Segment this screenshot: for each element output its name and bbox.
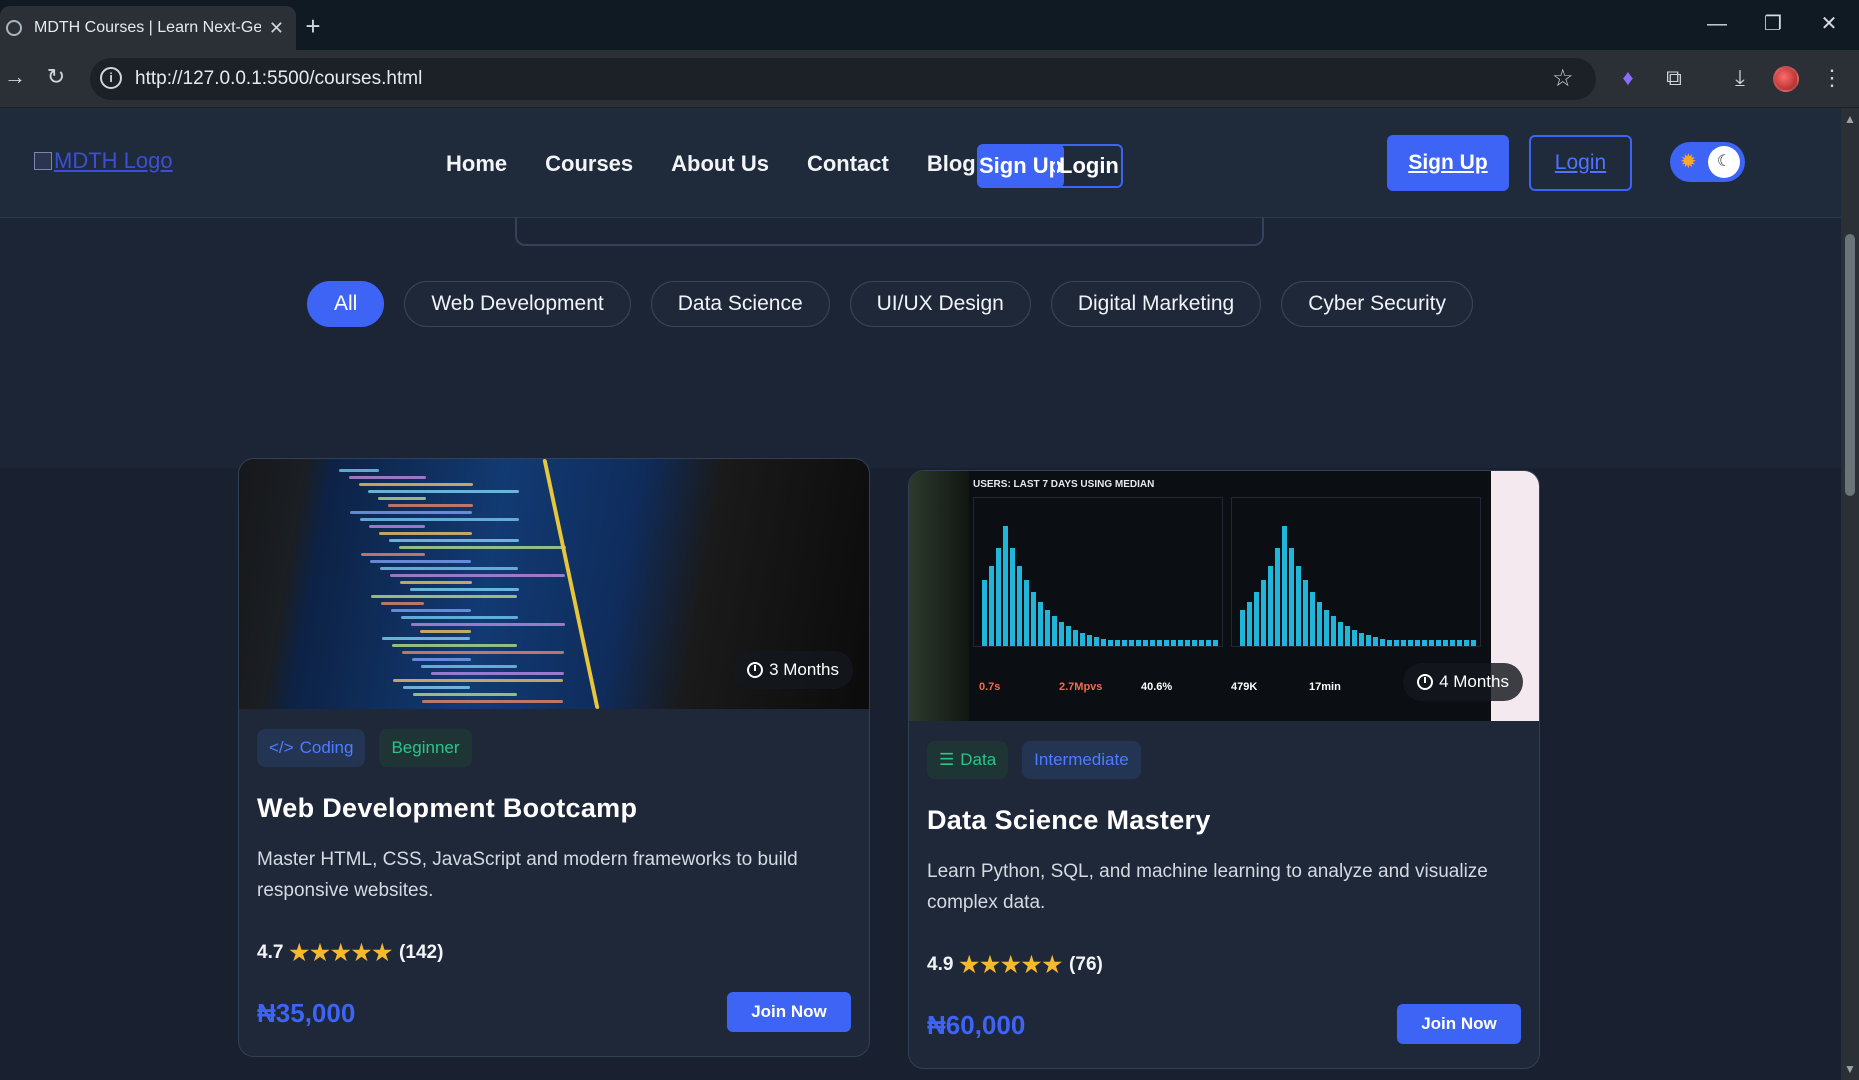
extension-flame-icon[interactable]: ♦: [1612, 62, 1644, 94]
nav-login-button[interactable]: Login: [1055, 144, 1123, 188]
review-count: (142): [399, 942, 444, 963]
new-tab-button[interactable]: +: [296, 12, 330, 42]
rating-value: 4.9: [927, 954, 954, 975]
main-nav: Home Courses About Us Contact Blog: [446, 151, 976, 177]
clock-icon: [1417, 674, 1434, 690]
page-viewport: MDTH Logo Home Courses About Us Contact …: [0, 108, 1841, 1080]
filter-digital-marketing[interactable]: Digital Marketing: [1050, 281, 1262, 327]
join-now-button[interactable]: Join Now: [1397, 1004, 1521, 1044]
category-text: Data: [960, 750, 997, 769]
level-tag: Intermediate: [1022, 741, 1141, 779]
broken-image-icon: [34, 152, 52, 170]
course-card: USERS: LAST 7 DAYS USING MEDIAN 0.7s 2.7…: [908, 470, 1540, 1069]
dashboard-metric: 479K: [1231, 681, 1258, 693]
signup-button[interactable]: Sign Up: [1387, 135, 1509, 191]
site-logo[interactable]: MDTH Logo: [34, 148, 173, 174]
category-tag: </> Coding: [257, 729, 366, 767]
dashboard-metric: 0.7s: [979, 681, 1001, 693]
nav-blog[interactable]: Blog: [927, 151, 976, 177]
menu-kebab-icon[interactable]: ⋮: [1816, 62, 1848, 94]
download-icon[interactable]: ⤓: [1724, 62, 1756, 94]
nav-contact[interactable]: Contact: [807, 151, 889, 177]
extensions-puzzle-icon[interactable]: ⧉: [1658, 62, 1690, 94]
rating-value: 4.7: [257, 942, 284, 963]
dashboard-image-title: USERS: LAST 7 DAYS USING MEDIAN: [973, 479, 1155, 490]
close-tab-icon[interactable]: ✕: [269, 18, 284, 39]
filter-ui-ux-design[interactable]: UI/UX Design: [849, 281, 1031, 327]
site-info-icon[interactable]: i: [100, 67, 122, 89]
profile-avatar[interactable]: [1773, 66, 1799, 92]
code-screen-image: 3 Months: [239, 459, 869, 709]
minimize-icon[interactable]: —: [1697, 10, 1737, 40]
filter-web-development[interactable]: Web Development: [404, 281, 631, 327]
filter-data-science[interactable]: Data Science: [650, 281, 830, 327]
code-icon: </>: [269, 738, 294, 757]
course-tags: ☰ Data Intermediate: [927, 741, 1539, 779]
browser-tab[interactable]: MDTH Courses | Learn Next-Gen ✕: [0, 6, 296, 50]
course-tags: </> Coding Beginner: [257, 729, 869, 767]
globe-icon: [6, 20, 22, 36]
dashboard-metric: 2.7Mpvs: [1059, 681, 1103, 693]
browser-tabstrip: MDTH Courses | Learn Next-Gen ✕ + — ❐ ✕: [0, 0, 1859, 50]
search-box-edge: [515, 218, 1264, 246]
logo-alt-text: MDTH Logo: [54, 148, 173, 173]
close-window-icon[interactable]: ✕: [1809, 10, 1849, 40]
analytics-dashboard-image: USERS: LAST 7 DAYS USING MEDIAN 0.7s 2.7…: [909, 471, 1539, 721]
reload-icon[interactable]: ↻: [41, 62, 71, 92]
login-button[interactable]: Login: [1529, 135, 1632, 191]
bookmark-star-icon[interactable]: ☆: [1552, 64, 1574, 93]
filter-all[interactable]: All: [307, 281, 385, 327]
moon-icon: ☾: [1708, 146, 1740, 178]
review-count: (76): [1069, 954, 1103, 975]
duration-badge: 4 Months: [1403, 663, 1523, 701]
clock-icon: [747, 662, 764, 678]
course-price: ₦35,000: [257, 998, 356, 1028]
star-icons: ★★★★★: [959, 952, 1064, 977]
url-text[interactable]: http://127.0.0.1:5500/courses.html: [135, 68, 422, 90]
nav-home[interactable]: Home: [446, 151, 507, 177]
tab-title: MDTH Courses | Learn Next-Gen: [34, 19, 261, 36]
course-description: Master HTML, CSS, JavaScript and modern …: [257, 849, 798, 901]
nav-signup-button[interactable]: Sign Up: [977, 144, 1065, 188]
scroll-up-icon[interactable]: ▲: [1843, 112, 1857, 126]
level-tag: Beginner: [379, 729, 472, 767]
dashboard-metric: 17min: [1309, 681, 1341, 693]
star-icons: ★★★★★: [289, 940, 394, 965]
dashboard-metric: 40.6%: [1141, 681, 1173, 693]
scroll-down-icon[interactable]: ▼: [1843, 1062, 1857, 1076]
duration-badge: 3 Months: [733, 651, 853, 689]
join-now-button[interactable]: Join Now: [727, 992, 851, 1032]
course-card: 3 Months </> Coding Beginner Web Develop…: [238, 458, 870, 1057]
category-text: Coding: [299, 738, 354, 757]
site-header: MDTH Logo Home Courses About Us Contact …: [0, 108, 1841, 218]
category-filters: All Web Development Data Science UI/UX D…: [307, 281, 1473, 327]
duration-text: 4 Months: [1439, 672, 1509, 691]
course-price: ₦60,000: [927, 1010, 1026, 1040]
course-title: Web Development Bootcamp: [257, 793, 638, 823]
nav-about-us[interactable]: About Us: [671, 151, 769, 177]
nav-courses[interactable]: Courses: [545, 151, 633, 177]
forward-icon[interactable]: →: [0, 62, 30, 92]
filter-cyber-security[interactable]: Cyber Security: [1281, 281, 1473, 327]
restore-icon[interactable]: ❐: [1753, 10, 1793, 40]
course-rating: 4.9 ★★★★★ (76): [927, 952, 1539, 978]
course-rating: 4.7 ★★★★★ (142): [257, 940, 869, 966]
theme-toggle[interactable]: ✹ ☾: [1670, 142, 1745, 182]
scrollbar-thumb[interactable]: [1845, 234, 1855, 496]
duration-text: 3 Months: [769, 660, 839, 679]
course-description: Learn Python, SQL, and machine learning …: [927, 861, 1488, 913]
database-icon: ☰: [939, 750, 955, 769]
sun-icon: ✹: [1680, 151, 1697, 173]
course-title: Data Science Mastery: [927, 805, 1211, 835]
category-tag: ☰ Data: [927, 741, 1009, 779]
